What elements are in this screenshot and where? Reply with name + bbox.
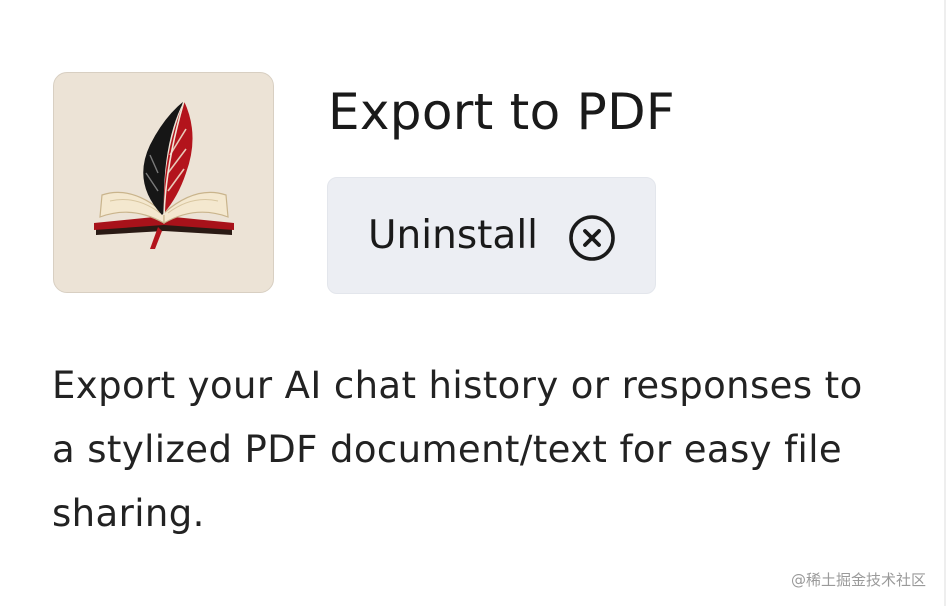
plugin-card: Export to PDF Uninstall Export your AI c… (0, 0, 946, 606)
uninstall-label: Uninstall (368, 213, 538, 258)
plugin-logo (53, 72, 274, 293)
plugin-title: Export to PDF (328, 83, 675, 141)
watermark: @稀土掘金技术社区 (790, 571, 926, 589)
plugin-description: Export your AI chat history or responses… (52, 364, 863, 535)
quill-and-open-book-icon (94, 100, 234, 249)
uninstall-button[interactable]: Uninstall (327, 177, 656, 294)
close-circle-icon (569, 215, 615, 261)
